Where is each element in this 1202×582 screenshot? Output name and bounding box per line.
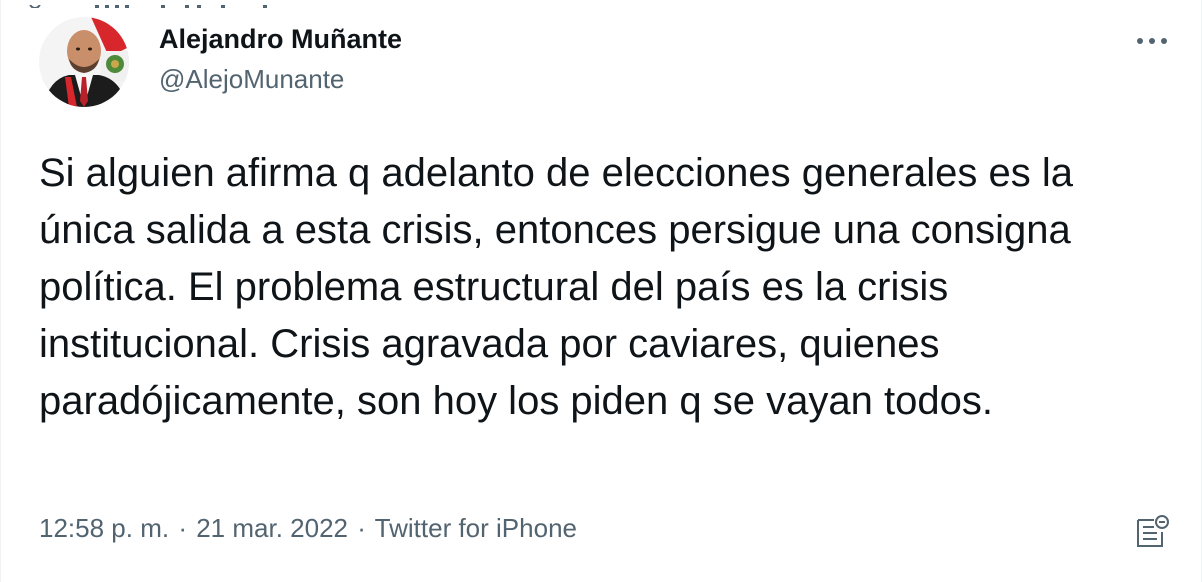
previous-content-fragment: [1, 0, 1201, 8]
more-options-button[interactable]: [1132, 28, 1172, 54]
separator-dot: ·: [357, 513, 366, 543]
clipped-text-icon: [29, 0, 267, 8]
tweet-time[interactable]: 12:58 p. m.: [39, 513, 169, 543]
avatar[interactable]: [39, 17, 129, 107]
tweet-text: Si alguien afirma q adelanto de eleccion…: [39, 151, 1074, 423]
tweet-analytics-button[interactable]: [1132, 512, 1172, 552]
tweet-card: Alejandro Muñante @AlejoMunante Si algui…: [0, 0, 1202, 582]
tweet-date[interactable]: 21 mar. 2022: [196, 513, 348, 543]
tweet-source[interactable]: Twitter for iPhone: [375, 513, 577, 543]
author-name[interactable]: Alejandro Muñante: [159, 24, 402, 55]
profile-photo-icon: [39, 17, 129, 107]
more-horizontal-icon: [1137, 38, 1167, 44]
tweet-analytics-icon: [1137, 515, 1169, 547]
tweet-metadata: 12:58 p. m. · 21 mar. 2022 · Twitter for…: [39, 513, 577, 544]
separator-dot: ·: [178, 513, 187, 543]
author-handle[interactable]: @AlejoMunante: [159, 64, 344, 95]
